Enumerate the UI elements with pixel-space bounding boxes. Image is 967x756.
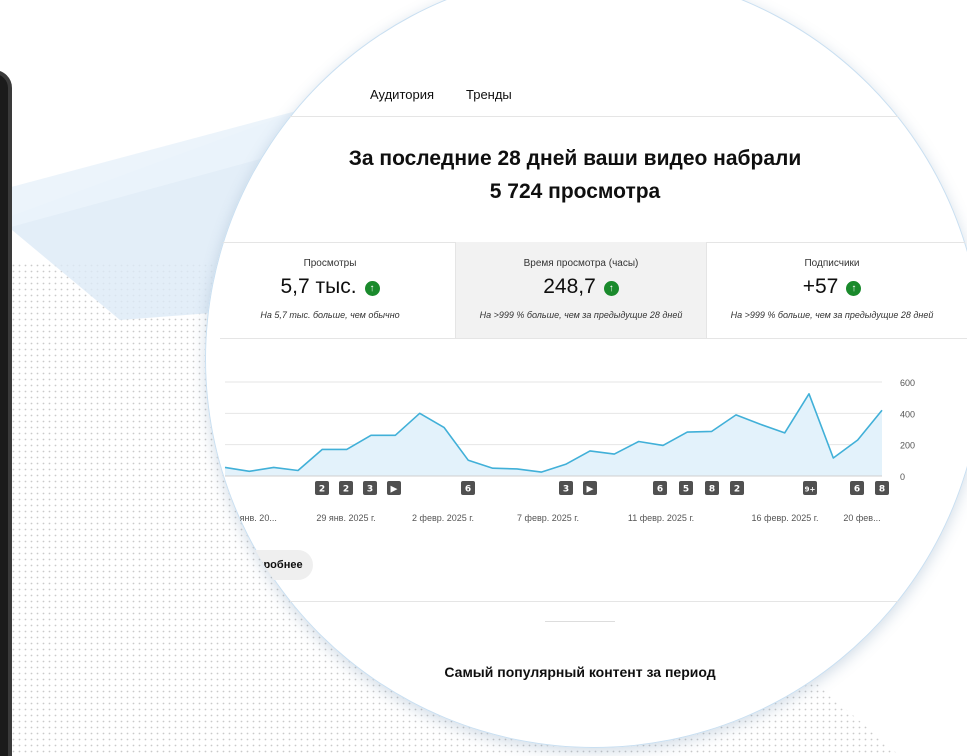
publication-marker-label: 6 <box>854 485 860 495</box>
x-tick-label: 11 февр. 2025 г. <box>628 513 694 523</box>
publication-marker-label: 9+ <box>805 486 816 494</box>
publication-marker-label: 6 <box>657 485 663 495</box>
section-handle <box>545 621 615 622</box>
promo-scene: Аудитория Тренды За последние 28 дней ва… <box>0 0 967 756</box>
publication-marker-label: 3 <box>367 485 373 495</box>
section-divider <box>220 601 967 602</box>
x-tick-label: 29 янв. 2025 г. <box>316 513 375 523</box>
x-tick-label: 7 февр. 2025 г. <box>517 513 579 523</box>
y-tick-label: 200 <box>900 441 915 451</box>
publication-marker-label: 5 <box>683 485 689 495</box>
details-button[interactable]: Подробнее <box>210 550 313 580</box>
publication-marker-label: ▶ <box>391 485 398 495</box>
publication-marker-label: 2 <box>319 485 325 495</box>
publication-marker-label: 2 <box>734 485 740 495</box>
publication-marker-label: 3 <box>563 485 569 495</box>
phone-frame <box>0 70 12 756</box>
popular-content-title: Самый популярный контент за период <box>444 664 716 680</box>
y-tick-label: 400 <box>900 409 915 419</box>
magnifier-lens: Аудитория Тренды За последние 28 дней ва… <box>205 0 967 748</box>
publication-marker-label: 2 <box>343 485 349 495</box>
publication-marker-label: ▶ <box>587 485 594 495</box>
publication-marker-label: 8 <box>709 485 715 495</box>
x-tick-label: 20 фев... <box>843 513 880 523</box>
publication-marker-label: 8 <box>879 485 885 495</box>
chart-area-fill <box>225 393 882 476</box>
y-tick-label: 600 <box>900 378 915 388</box>
x-tick-label: 16 февр. 2025 г. <box>752 513 819 523</box>
x-tick-label: 24 янв. 20... <box>227 513 277 523</box>
y-tick-label: 0 <box>900 472 905 482</box>
publication-marker-label: 6 <box>465 485 471 495</box>
x-tick-label: 2 февр. 2025 г. <box>412 513 474 523</box>
views-chart[interactable]: 600 400 200 0 2 2 3 ▶ 6 3 ▶ 6 5 8 2 9+ 6 8 24 янв. 20... 29… <box>205 0 967 748</box>
